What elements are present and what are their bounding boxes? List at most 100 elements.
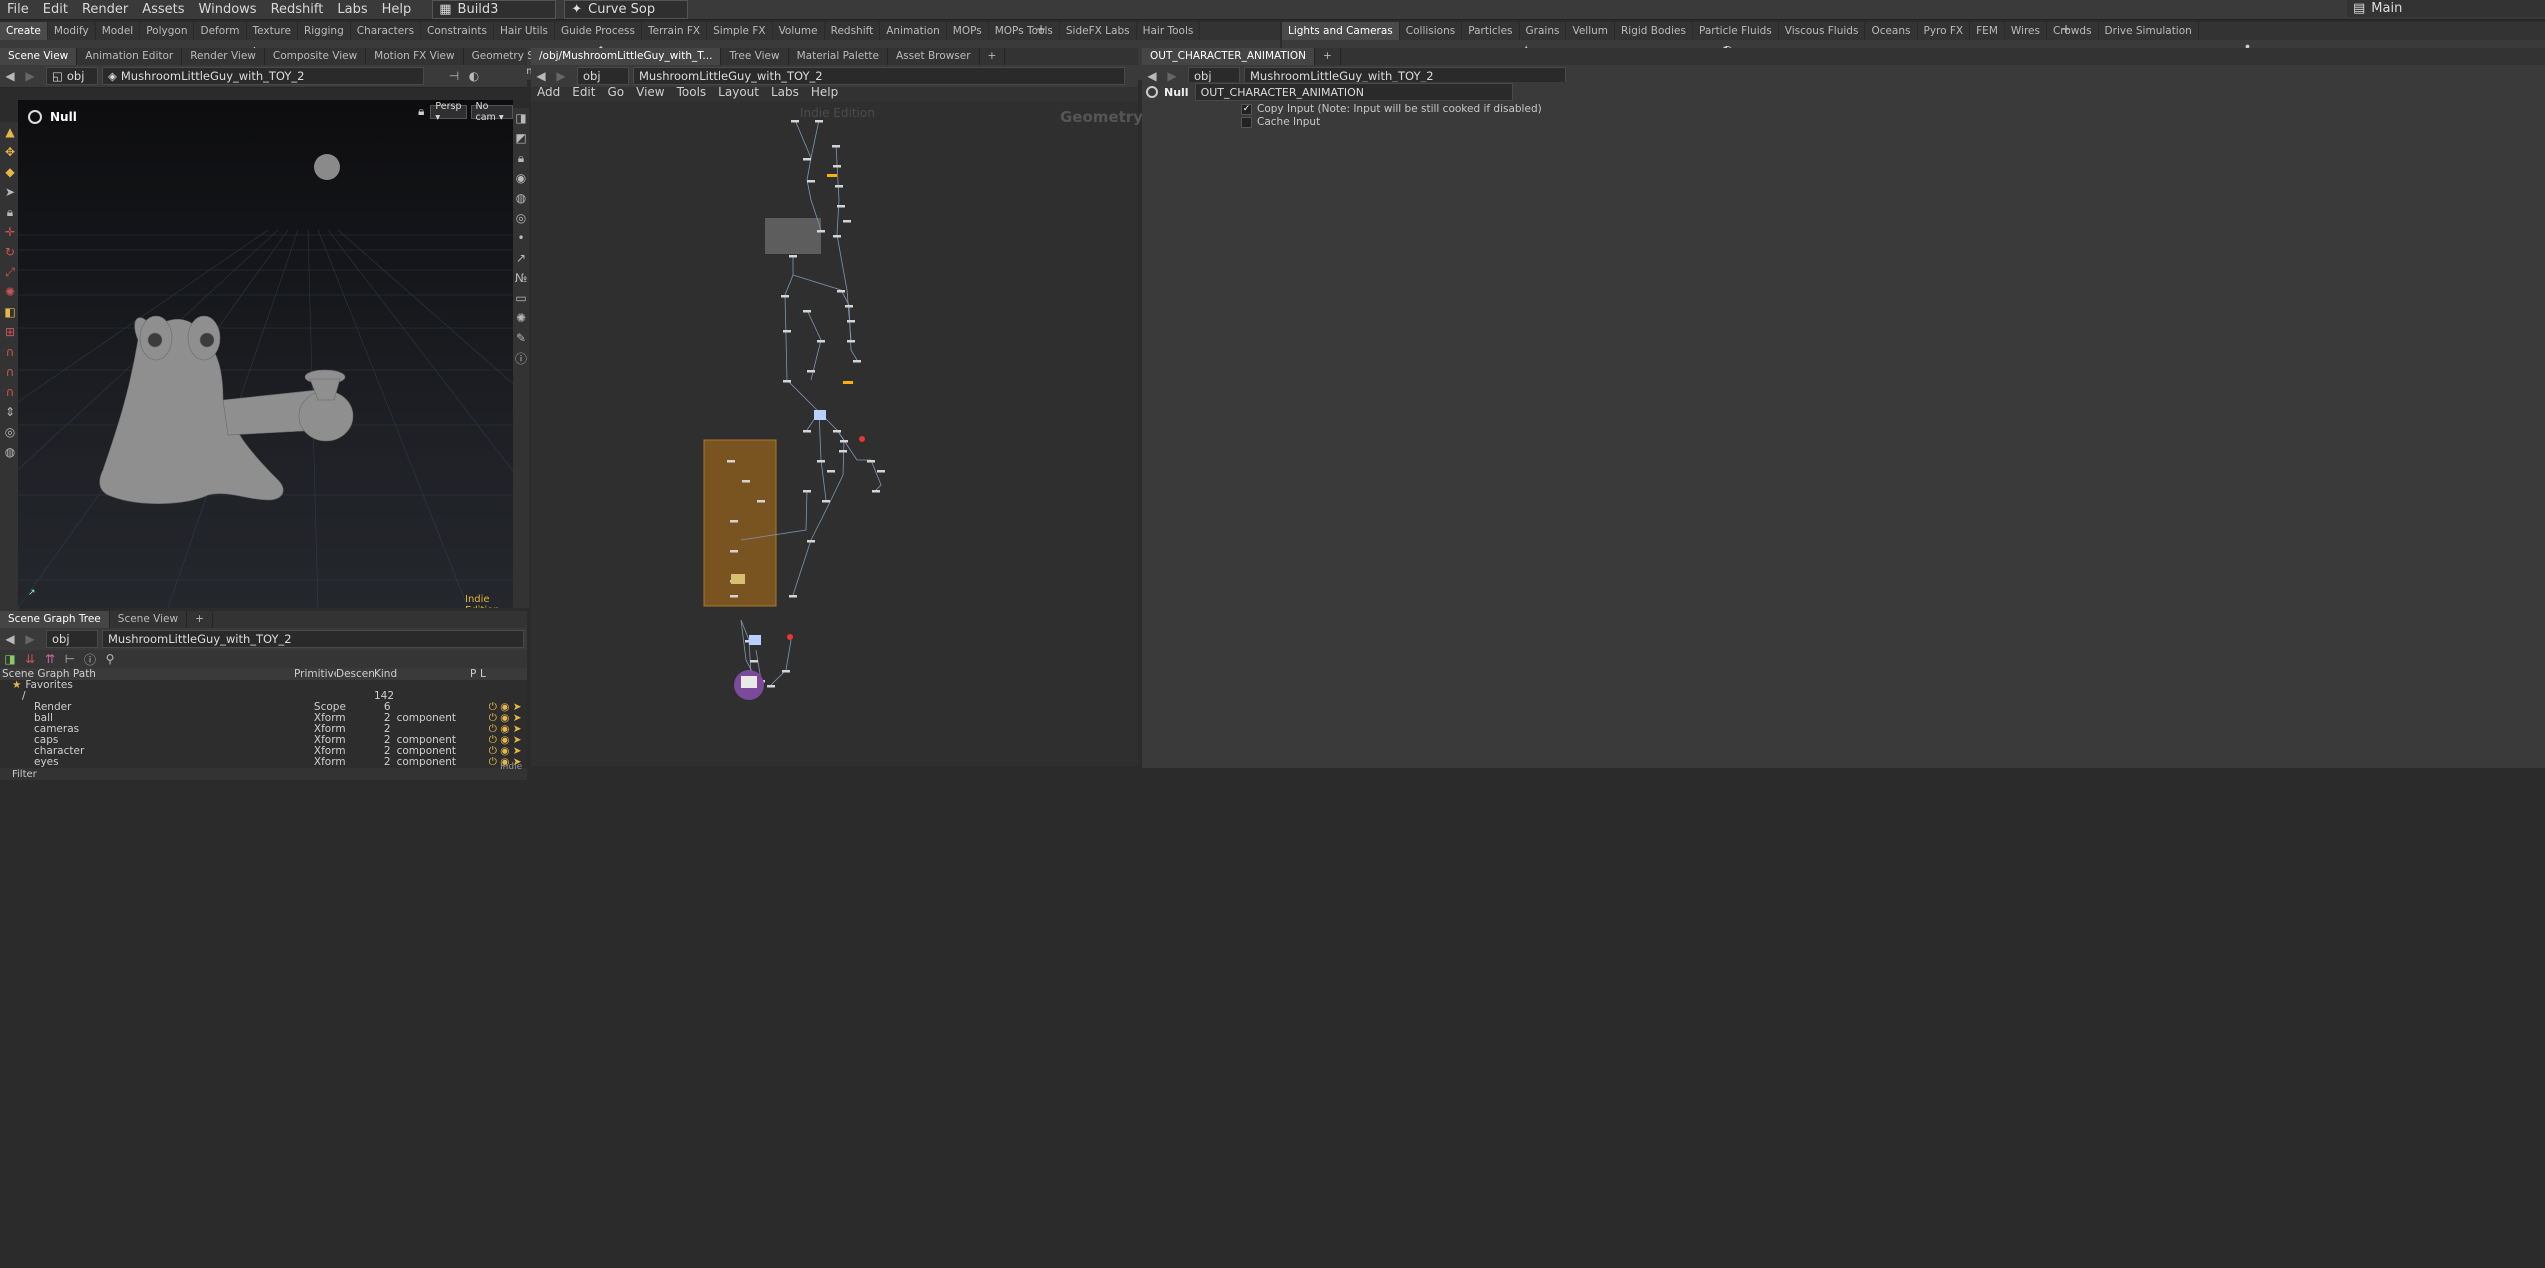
shelf-tab-particles[interactable]: Particles bbox=[1462, 22, 1520, 40]
mid-tab-2[interactable]: Material Palette bbox=[789, 48, 888, 65]
table-row[interactable]: eyes Xform 2 component ⏻ ◉ ➤ bbox=[0, 757, 527, 768]
sg-forward-icon[interactable]: ▶ bbox=[20, 629, 40, 649]
tab-animation-editor[interactable]: Animation Editor bbox=[77, 48, 183, 65]
network-node[interactable] bbox=[791, 120, 799, 123]
viewport-lock-icon[interactable]: 🔒︎ bbox=[418, 104, 424, 119]
shelf-tab-simple-fx[interactable]: Simple FX bbox=[707, 22, 773, 40]
network-node[interactable] bbox=[832, 145, 840, 148]
cache-input-checkbox[interactable] bbox=[1241, 116, 1252, 128]
magnet-3-icon[interactable]: ∩ bbox=[0, 382, 20, 402]
net-menu-help[interactable]: Help bbox=[805, 85, 844, 99]
root-row[interactable]: / 142 bbox=[0, 691, 527, 702]
tab-composite-view[interactable]: Composite View bbox=[265, 48, 367, 65]
network-node[interactable] bbox=[757, 500, 765, 503]
network-node[interactable] bbox=[843, 220, 851, 223]
network-node[interactable] bbox=[807, 540, 815, 543]
display-options-icon[interactable]: ◨ bbox=[513, 108, 529, 128]
col-kind[interactable]: Kind bbox=[374, 669, 470, 680]
tab-motion-fx-view[interactable]: Motion FX View bbox=[366, 48, 464, 65]
select-tool-icon[interactable]: ▲ bbox=[0, 122, 20, 142]
snap-icon[interactable]: ⊞ bbox=[0, 322, 20, 342]
right-add-tab-button[interactable]: + bbox=[1315, 48, 1341, 65]
shelf-tab-grains[interactable]: Grains bbox=[1520, 22, 1567, 40]
pointer-icon[interactable]: ➤ bbox=[0, 182, 20, 202]
menu-assets[interactable]: Assets bbox=[135, 0, 191, 19]
add-shelf-tab-right-button[interactable]: + bbox=[2061, 22, 2071, 36]
ghost-icon[interactable]: ◩ bbox=[513, 128, 529, 148]
network-node[interactable] bbox=[839, 450, 847, 453]
copy-input-checkbox[interactable]: ✓ bbox=[1241, 103, 1252, 115]
network-node[interactable] bbox=[817, 460, 825, 463]
context-selector[interactable]: ✦ Curve Sop bbox=[564, 0, 689, 19]
network-node[interactable] bbox=[782, 670, 790, 673]
network-node[interactable] bbox=[817, 340, 825, 343]
menu-edit[interactable]: Edit bbox=[36, 0, 75, 19]
handle-tool-icon[interactable]: ◆ bbox=[0, 162, 20, 182]
net-menu-labs[interactable]: Labs bbox=[765, 85, 805, 99]
point-icon[interactable]: • bbox=[513, 228, 529, 248]
shelf-tab-vellum[interactable]: Vellum bbox=[1566, 22, 1615, 40]
network-node[interactable] bbox=[837, 290, 845, 293]
network-node[interactable] bbox=[807, 180, 815, 183]
network-node[interactable] bbox=[730, 550, 738, 553]
net-path-node[interactable]: MushroomLittleGuy_with_TOY_2 bbox=[633, 67, 1125, 85]
rotate-icon[interactable]: ↻ bbox=[0, 242, 20, 262]
visibility-icon[interactable]: ◉ bbox=[513, 168, 529, 188]
network-node[interactable] bbox=[822, 500, 830, 503]
move-icon[interactable]: ✛ bbox=[0, 222, 20, 242]
menu-labs[interactable]: Labs bbox=[330, 0, 374, 19]
sphere-view-icon[interactable]: ◍ bbox=[0, 442, 20, 462]
view-icon[interactable]: ◧ bbox=[0, 302, 20, 322]
tab-scene-graph-tree[interactable]: Scene Graph Tree bbox=[0, 611, 110, 628]
scene-viewport[interactable]: Null 🔒︎ Persp ▾ No cam ▾ Indie Edition ↗ bbox=[18, 100, 513, 608]
shelf-tab-pyro-fx[interactable]: Pyro FX bbox=[1918, 22, 1971, 40]
net-path-root[interactable]: obj bbox=[577, 67, 629, 85]
sg-collapse-icon[interactable]: ⇊ bbox=[20, 649, 40, 669]
shelf-tab-oceans[interactable]: Oceans bbox=[1865, 22, 1918, 40]
wire-icon[interactable]: ◎ bbox=[513, 208, 529, 228]
network-node[interactable] bbox=[835, 185, 843, 188]
table-row[interactable]: ball Xform 2 component ⏻ ◉ ➤ bbox=[0, 713, 527, 724]
network-node[interactable] bbox=[803, 310, 811, 313]
network-node[interactable] bbox=[853, 360, 861, 363]
table-row[interactable]: Render Scope 6 ⏻ ◉ ➤ bbox=[0, 702, 527, 713]
magnet-2-icon[interactable]: ∩ bbox=[0, 362, 20, 382]
pin-icon[interactable]: ⊣ bbox=[444, 66, 464, 86]
mid-add-tab-button[interactable]: + bbox=[980, 48, 1006, 65]
network-node[interactable] bbox=[833, 430, 841, 433]
tab-render-view[interactable]: Render View bbox=[182, 48, 265, 65]
tab-out-character-animation[interactable]: OUT_CHARACTER_ANIMATION bbox=[1142, 48, 1316, 65]
menu-help[interactable]: Help bbox=[375, 0, 419, 19]
network-node[interactable] bbox=[767, 685, 775, 688]
shelf-tab-hair-utils[interactable]: Hair Utils bbox=[494, 22, 555, 40]
menu-file[interactable]: File bbox=[0, 0, 36, 19]
network-node[interactable] bbox=[817, 230, 825, 233]
tab-scene-view[interactable]: Scene View bbox=[110, 611, 188, 628]
magnet-icon[interactable]: ∩ bbox=[0, 342, 20, 362]
table-row[interactable]: cameras Xform 2 ⏻ ◉ ➤ bbox=[0, 724, 527, 735]
add-tab-button[interactable]: + bbox=[187, 611, 213, 628]
shelf-tab-modify[interactable]: Modify bbox=[48, 22, 96, 40]
shelf-tab-lights-and-cameras[interactable]: Lights and Cameras bbox=[1282, 22, 1400, 40]
error-node-2[interactable] bbox=[859, 436, 865, 442]
network-node[interactable] bbox=[845, 305, 853, 308]
shelf-tab-redshift[interactable]: Redshift bbox=[825, 22, 881, 40]
shelf-tab-fem[interactable]: FEM bbox=[1970, 22, 2005, 40]
network-node[interactable] bbox=[789, 595, 797, 598]
network-node[interactable] bbox=[783, 330, 791, 333]
col-path[interactable]: Scene Graph Path bbox=[0, 669, 294, 680]
merge-node[interactable] bbox=[814, 410, 826, 420]
mid-tab-0[interactable]: /obj/MushroomLittleGuy_with_T... bbox=[531, 48, 722, 65]
scale-icon[interactable]: ⤢ bbox=[0, 262, 20, 282]
col-p[interactable]: P bbox=[470, 669, 480, 680]
persp-menu[interactable]: Persp ▾ bbox=[430, 101, 467, 123]
network-node[interactable] bbox=[827, 470, 835, 473]
network-node[interactable] bbox=[727, 460, 735, 463]
shelf-tab-particle-fluids[interactable]: Particle Fluids bbox=[1693, 22, 1779, 40]
net-menu-view[interactable]: View bbox=[630, 85, 670, 99]
menu-windows[interactable]: Windows bbox=[192, 0, 264, 19]
workspace-selector[interactable]: ▤ Main bbox=[2347, 0, 2545, 17]
lock-icon[interactable]: 🔒︎ bbox=[0, 202, 20, 222]
param-node-name-field[interactable]: OUT_CHARACTER_ANIMATION bbox=[1194, 83, 1513, 101]
number-icon[interactable]: № bbox=[513, 268, 529, 288]
